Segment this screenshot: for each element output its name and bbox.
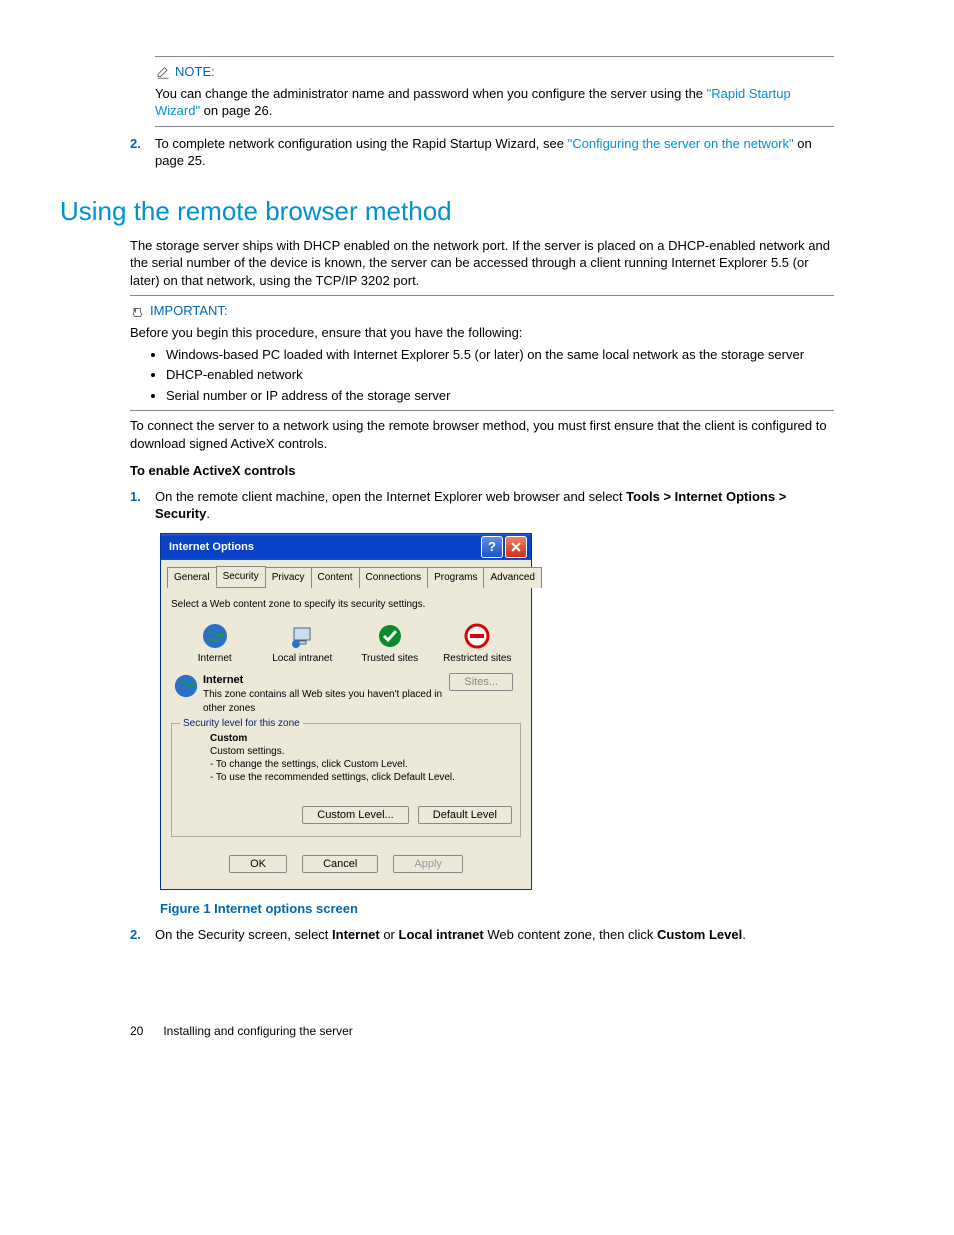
cancel-button[interactable]: Cancel xyxy=(302,855,378,873)
zone-description: Internet This zone contains all Web site… xyxy=(173,673,519,715)
custom-line1: - To change the settings, click Custom L… xyxy=(210,758,512,771)
dialog-title: Internet Options xyxy=(169,540,254,555)
custom-block: Custom Custom settings. - To change the … xyxy=(210,732,512,784)
tab-advanced[interactable]: Advanced xyxy=(483,567,541,589)
dialog-tabs: General Security Privacy Content Connect… xyxy=(167,566,525,589)
important-lead: Before you begin this procedure, ensure … xyxy=(130,324,834,342)
note-label-row: NOTE: xyxy=(155,63,834,81)
step2a-link[interactable]: "Configuring the server on the network" xyxy=(568,136,794,151)
computer-icon xyxy=(267,620,337,652)
custom-sub: Custom settings. xyxy=(210,745,512,758)
step2b-a: On the Security screen, select xyxy=(155,927,332,942)
important-label: IMPORTANT: xyxy=(150,302,228,320)
intro-paragraph: The storage server ships with DHCP enabl… xyxy=(130,237,834,290)
zone-trusted-sites[interactable]: Trusted sites xyxy=(355,620,425,666)
step2b-bold-b: Local intranet xyxy=(399,927,484,942)
divider xyxy=(130,295,834,296)
note-text: You can change the administrator name an… xyxy=(155,85,834,120)
tab-content[interactable]: Content xyxy=(311,567,360,589)
zone-label: Trusted sites xyxy=(355,652,425,666)
tab-security[interactable]: Security xyxy=(216,566,266,588)
zone-restricted-sites[interactable]: Restricted sites xyxy=(442,620,512,666)
ok-button[interactable]: OK xyxy=(229,855,287,873)
step2a-text-a: To complete network configuration using … xyxy=(155,136,568,151)
dialog-titlebar: Internet Options ? xyxy=(161,534,531,560)
restricted-icon xyxy=(442,620,512,652)
page-footer: 20 Installing and configuring the server xyxy=(130,1023,834,1039)
ordered-step-1: 1. On the remote client machine, open th… xyxy=(130,488,834,523)
ordered-step-2b: 2. On the Security screen, select Intern… xyxy=(130,926,834,944)
custom-title: Custom xyxy=(210,732,512,745)
zone-row: Internet Local intranet Trusted sites Re… xyxy=(171,620,521,666)
important-bullets: Windows-based PC loaded with Internet Ex… xyxy=(148,346,834,405)
step2b-tail: . xyxy=(742,927,746,942)
zone-desc-text: This zone contains all Web sites you hav… xyxy=(203,688,449,715)
divider xyxy=(155,56,834,57)
note-pencil-icon xyxy=(155,63,175,81)
note-text-a: You can change the administrator name an… xyxy=(155,86,707,101)
tab-programs[interactable]: Programs xyxy=(427,567,484,589)
internet-options-dialog: Internet Options ? General Security Priv… xyxy=(160,533,532,890)
zone-instruction: Select a Web content zone to specify its… xyxy=(171,598,521,612)
zone-internet[interactable]: Internet xyxy=(180,620,250,666)
step2b-bold-c: Custom Level xyxy=(657,927,742,942)
default-level-button[interactable]: Default Level xyxy=(418,806,512,824)
tab-connections[interactable]: Connections xyxy=(359,567,429,589)
figure-caption: Figure 1 Internet options screen xyxy=(160,900,834,918)
important-label-row: IMPORTANT: xyxy=(130,302,834,320)
section-heading: Using the remote browser method xyxy=(60,194,834,229)
note-block: NOTE: You can change the administrator n… xyxy=(155,56,834,127)
note-text-b: on page 26. xyxy=(200,103,272,118)
step2b-mid-a: or xyxy=(380,927,399,942)
step-number: 2. xyxy=(130,135,155,170)
dialog-body: General Security Privacy Content Connect… xyxy=(161,560,531,889)
check-icon xyxy=(355,620,425,652)
fieldset-legend: Security level for this zone xyxy=(180,717,303,731)
zone-label: Internet xyxy=(180,652,250,666)
zone-label: Local intranet xyxy=(267,652,337,666)
divider xyxy=(155,126,834,127)
bullet-item: Windows-based PC loaded with Internet Ex… xyxy=(166,346,834,364)
custom-line2: - To use the recommended settings, click… xyxy=(210,771,512,784)
tab-general[interactable]: General xyxy=(167,567,217,589)
step-body: To complete network configuration using … xyxy=(155,135,834,170)
zone-local-intranet[interactable]: Local intranet xyxy=(267,620,337,666)
divider xyxy=(130,410,834,411)
zone-title: Internet xyxy=(203,673,449,688)
level-buttons: Custom Level... Default Level xyxy=(180,806,512,824)
important-block: IMPORTANT: Before you begin this procedu… xyxy=(130,295,834,411)
security-level-fieldset: Security level for this zone Custom Cust… xyxy=(171,723,521,837)
apply-button[interactable]: Apply xyxy=(393,855,463,873)
enable-heading: To enable ActiveX controls xyxy=(130,462,834,480)
footer-text: Installing and configuring the server xyxy=(163,1024,352,1038)
connect-paragraph: To connect the server to a network using… xyxy=(130,417,834,452)
zone-label: Restricted sites xyxy=(442,652,512,666)
globe-icon xyxy=(173,673,203,704)
step-body: On the remote client machine, open the I… xyxy=(155,488,834,523)
bullet-item: DHCP-enabled network xyxy=(166,366,834,384)
bullet-item: Serial number or IP address of the stora… xyxy=(166,387,834,405)
close-button[interactable] xyxy=(505,536,527,558)
ordered-step-2a: 2. To complete network configuration usi… xyxy=(130,135,834,170)
page-number: 20 xyxy=(130,1023,160,1039)
note-label: NOTE: xyxy=(175,63,215,81)
sites-button[interactable]: Sites... xyxy=(449,673,513,691)
help-button[interactable]: ? xyxy=(481,536,503,558)
step-body: On the Security screen, select Internet … xyxy=(155,926,834,944)
globe-icon xyxy=(180,620,250,652)
step2b-mid-b: Web content zone, then click xyxy=(484,927,657,942)
step-number: 1. xyxy=(130,488,155,523)
custom-level-button[interactable]: Custom Level... xyxy=(302,806,408,824)
dialog-bottom-buttons: OK Cancel Apply xyxy=(167,845,525,879)
step1-tail: . xyxy=(206,506,210,521)
step1-text-a: On the remote client machine, open the I… xyxy=(155,489,626,504)
important-hand-icon xyxy=(130,302,150,320)
tab-privacy[interactable]: Privacy xyxy=(265,567,312,589)
step-number: 2. xyxy=(130,926,155,944)
step2b-bold-a: Internet xyxy=(332,927,380,942)
